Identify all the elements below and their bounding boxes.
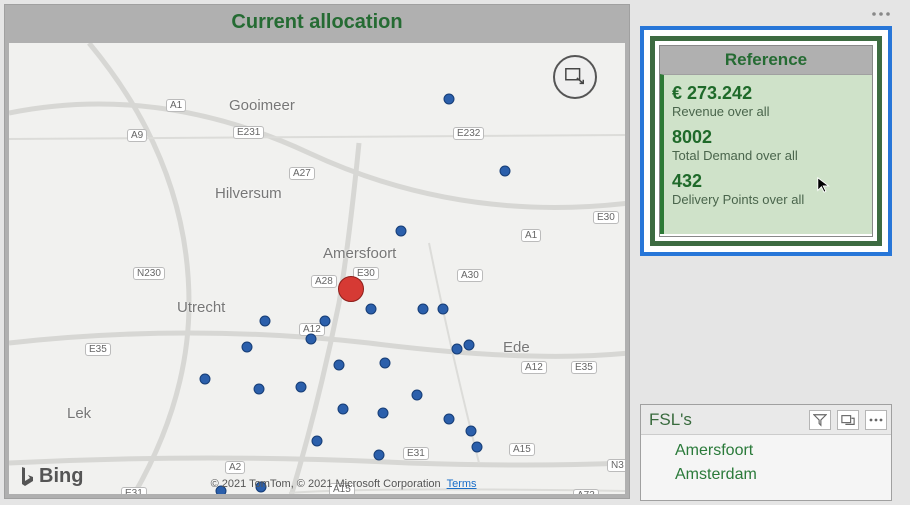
reference-title: Reference	[660, 46, 872, 74]
road-shield: E31	[403, 447, 429, 460]
road-shield: E35	[85, 343, 111, 356]
attribution-text: © 2021 TomTom, © 2021 Microsoft Corporat…	[211, 478, 441, 490]
kpi-label: Revenue over all	[672, 104, 864, 119]
map-marker[interactable]	[418, 304, 429, 315]
kpi-value: 8002	[672, 127, 864, 148]
map-marker[interactable]	[374, 450, 385, 461]
fsl-item[interactable]: Amersfoort	[675, 439, 891, 463]
fsl-card[interactable]: FSL's	[640, 404, 892, 501]
road-shield: A9	[127, 129, 147, 142]
city-label: Lek	[67, 405, 91, 422]
kpi-revenue: € 273.242 Revenue over all	[672, 83, 864, 119]
kpi-value: 432	[672, 171, 864, 192]
map-marker[interactable]	[260, 316, 271, 327]
filter-button[interactable]	[809, 410, 831, 430]
map-visual[interactable]: Current allocation A1 A9 E231 E232 A27 A1 E30 A…	[4, 4, 630, 499]
map-marker[interactable]	[500, 166, 511, 177]
road-shield: A73	[573, 489, 599, 494]
focus-mode-button[interactable]	[553, 55, 597, 99]
map-roads	[9, 43, 625, 494]
fsl-items: Amersfoort Amsterdam	[641, 435, 891, 491]
map-marker[interactable]	[396, 226, 407, 237]
ellipsis-icon	[868, 417, 884, 423]
city-label: Nijm	[599, 493, 625, 494]
road-shield: A2	[225, 461, 245, 474]
reference-card[interactable]: Reference € 273.242 Revenue over all 800…	[640, 26, 892, 256]
map-marker[interactable]	[254, 384, 265, 395]
kpi-list: € 273.242 Revenue over all 8002 Total De…	[660, 74, 872, 234]
map-marker[interactable]	[412, 390, 423, 401]
road-shield: N3	[607, 459, 625, 472]
visual-options-button[interactable]	[866, 4, 896, 24]
fsl-header: FSL's	[641, 405, 891, 435]
city-label: Hilversum	[215, 185, 282, 202]
map-marker[interactable]	[444, 94, 455, 105]
map-marker[interactable]	[296, 382, 307, 393]
bing-logo: Bing	[19, 465, 83, 488]
map-marker[interactable]	[334, 360, 345, 371]
kpi-value: € 273.242	[672, 83, 864, 104]
road-shield: A30	[457, 269, 483, 282]
map-marker[interactable]	[338, 404, 349, 415]
road-shield: A28	[311, 275, 337, 288]
road-shield: N230	[133, 267, 165, 280]
map-marker[interactable]	[380, 358, 391, 369]
road-shield: A15	[509, 443, 535, 456]
city-label: Gooimeer	[229, 97, 295, 114]
focus-icon	[564, 66, 586, 88]
road-shield: E232	[453, 127, 484, 140]
road-shield: E231	[233, 126, 264, 139]
road-shield: A12	[521, 361, 547, 374]
ellipsis-icon	[870, 10, 892, 18]
map-marker[interactable]	[438, 304, 449, 315]
terms-link[interactable]: Terms	[447, 478, 477, 490]
city-label: Utrecht	[177, 299, 225, 316]
map-marker[interactable]	[466, 426, 477, 437]
focus-button[interactable]	[837, 410, 859, 430]
map-marker[interactable]	[472, 442, 483, 453]
map-marker-hub[interactable]	[338, 276, 364, 302]
map-marker[interactable]	[378, 408, 389, 419]
road-shield: E30	[593, 211, 619, 224]
kpi-label: Delivery Points over all	[672, 192, 864, 207]
kpi-delivery-points: 432 Delivery Points over all	[672, 171, 864, 207]
kpi-label: Total Demand over all	[672, 148, 864, 163]
filter-icon	[813, 413, 827, 427]
map-marker[interactable]	[306, 334, 317, 345]
map-marker[interactable]	[464, 340, 475, 351]
map-marker[interactable]	[312, 436, 323, 447]
popout-icon	[841, 413, 855, 427]
map-body[interactable]: A1A9E231E232A27A1E30A28E30A30N230A12A12E…	[9, 43, 625, 494]
map-marker[interactable]	[444, 414, 455, 425]
map-marker[interactable]	[366, 304, 377, 315]
map-attribution: © 2021 TomTom, © 2021 Microsoft Corporat…	[211, 478, 477, 490]
map-title: Current allocation	[5, 5, 629, 40]
kpi-demand: 8002 Total Demand over all	[672, 127, 864, 163]
bing-icon	[19, 466, 35, 488]
road-shield: A1	[521, 229, 541, 242]
city-label: Amersfoort	[323, 245, 396, 262]
map-marker[interactable]	[200, 374, 211, 385]
road-shield: A1	[166, 99, 186, 112]
city-label: Ede	[503, 339, 530, 356]
bing-label: Bing	[39, 465, 83, 488]
fsl-item[interactable]: Amsterdam	[675, 463, 891, 487]
road-shield: E35	[571, 361, 597, 374]
road-shield: A27	[289, 167, 315, 180]
fsl-title: FSL's	[649, 410, 692, 430]
map-marker[interactable]	[452, 344, 463, 355]
more-options-button[interactable]	[865, 410, 887, 430]
map-marker[interactable]	[242, 342, 253, 353]
road-shield: E31	[121, 487, 147, 494]
map-marker[interactable]	[320, 316, 331, 327]
